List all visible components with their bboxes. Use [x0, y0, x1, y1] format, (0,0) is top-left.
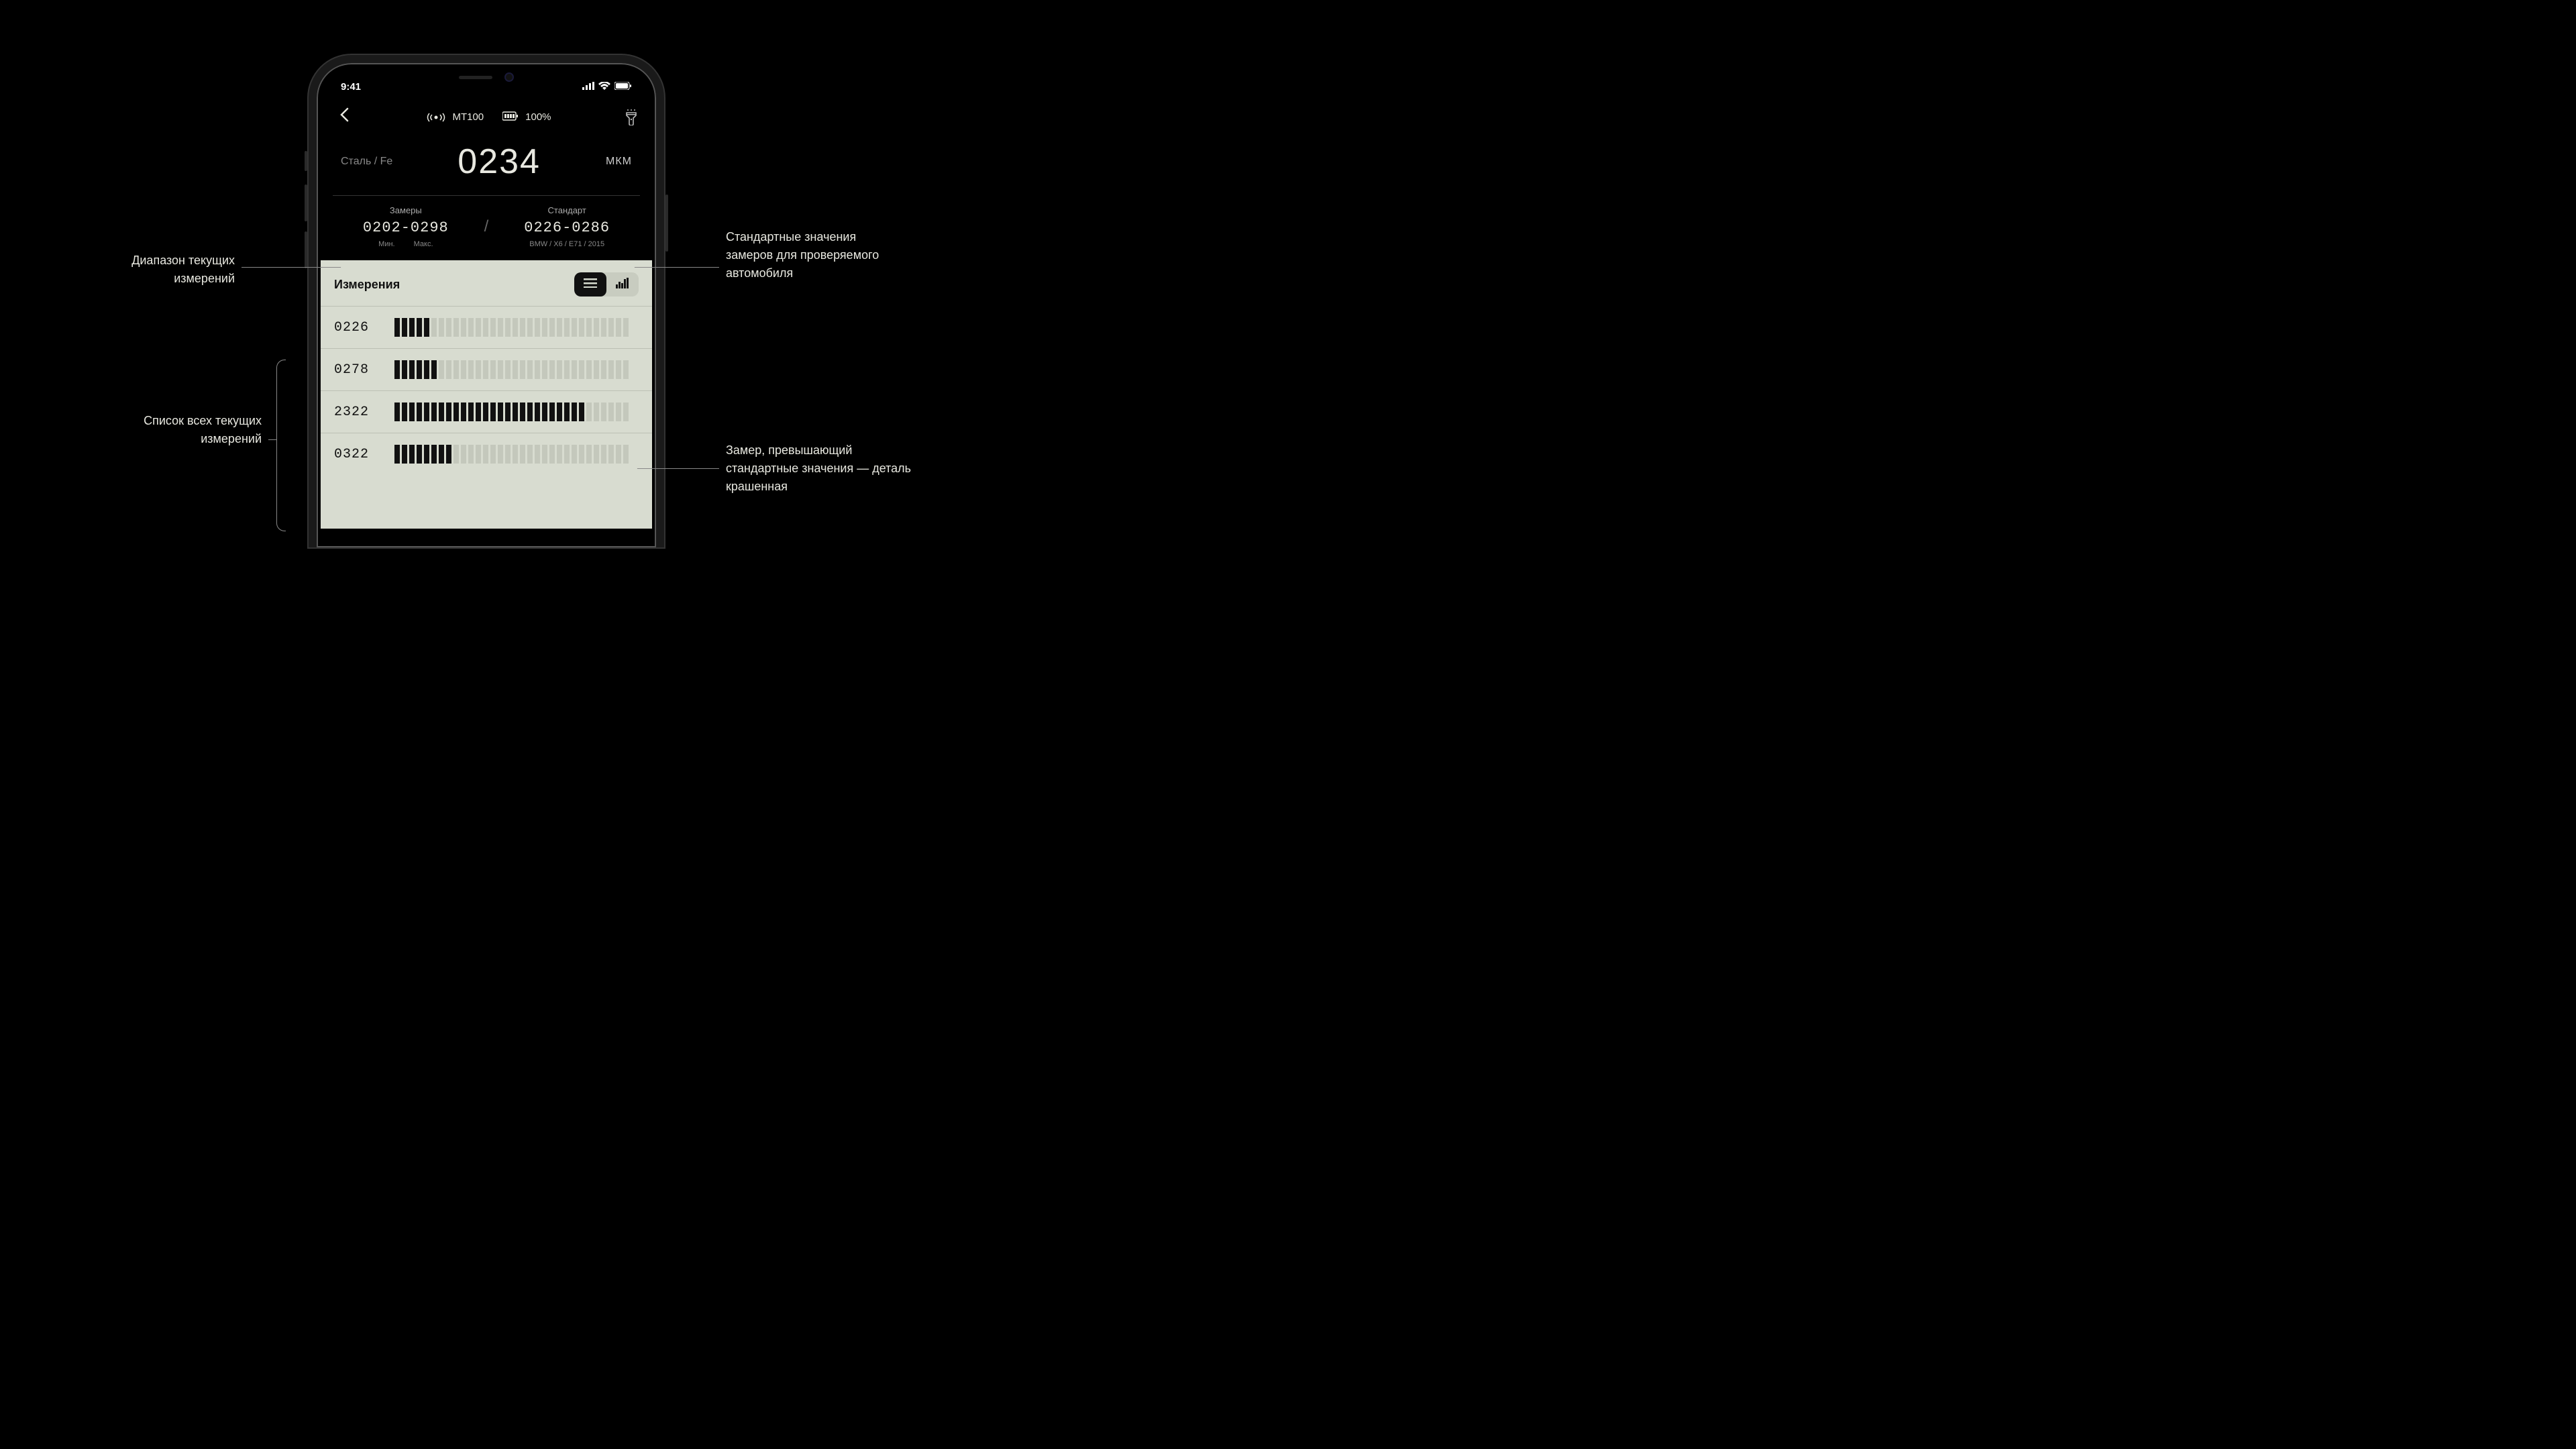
- measurement-row[interactable]: 0278: [321, 348, 652, 390]
- wifi-icon: [598, 81, 610, 93]
- annotation-dot: [341, 264, 346, 270]
- measurement-gauge: [394, 402, 639, 422]
- standard-range-label: Стандарт: [502, 205, 632, 215]
- measured-range: Замеры 0202-0298 Мин. Макс.: [341, 205, 471, 248]
- cellular-icon: [582, 81, 594, 93]
- ranges-row: Замеры 0202-0298 Мин. Макс. / Стандарт 0…: [321, 196, 652, 260]
- annotation-line: [241, 267, 342, 268]
- material-label: Сталь / Fe: [341, 156, 392, 168]
- annotation-range-right: Стандартные значения замеров для проверя…: [726, 228, 900, 282]
- bluetooth-signal-icon: [427, 111, 445, 123]
- standard-range-vehicle: BMW / X6 / E71 / 2015: [502, 240, 632, 248]
- annotation-brace: [276, 360, 286, 531]
- measured-range-sub: Мин. Макс.: [341, 240, 471, 248]
- phone-side-button: [665, 195, 668, 252]
- standard-range-value: 0226-0286: [502, 219, 632, 236]
- annotation-dot: [629, 264, 635, 270]
- app-header: MT100 100%: [321, 97, 652, 136]
- battery-icon: [614, 81, 632, 93]
- measurement-row[interactable]: 0226: [321, 306, 652, 348]
- standard-range: Стандарт 0226-0286 BMW / X6 / E71 / 2015: [502, 205, 632, 248]
- annotation-list-left: Список всех текущих измерений: [121, 412, 262, 448]
- chart-view-button[interactable]: [606, 272, 639, 297]
- measurement-value: 0226: [334, 320, 381, 335]
- phone-side-button: [305, 151, 307, 171]
- status-time: 9:41: [341, 81, 361, 93]
- measurements-panel: Измерения 0226 0278 2322 0322: [321, 260, 652, 529]
- measurement-gauge: [394, 444, 639, 464]
- bars-icon: [616, 278, 629, 292]
- measurements-list: 0226 0278 2322 0322: [321, 306, 652, 475]
- annotation-line: [635, 468, 719, 469]
- measurement-row[interactable]: 2322: [321, 390, 652, 433]
- phone-side-button: [305, 184, 307, 221]
- measurement-value: 0278: [334, 362, 381, 378]
- annotation-exceed-right: Замер, превышающий стандартные значения …: [726, 441, 920, 496]
- main-reading: Сталь / Fe 0234 МКМ: [321, 136, 652, 195]
- measured-range-value: 0202-0298: [341, 219, 471, 236]
- phone-notch: [416, 67, 557, 87]
- back-button[interactable]: [334, 105, 354, 129]
- measurement-value: 0322: [334, 447, 381, 462]
- menu-icon: [584, 278, 597, 291]
- range-separator: /: [484, 217, 489, 236]
- annotation-line: [268, 439, 276, 440]
- annotation-line: [632, 267, 719, 268]
- device-info: MT100 100%: [427, 111, 551, 123]
- device-battery-icon: [502, 111, 519, 123]
- measurement-row[interactable]: 0322: [321, 433, 652, 475]
- reading-unit: МКМ: [606, 156, 632, 168]
- panel-title: Измерения: [334, 278, 400, 292]
- phone-frame: 9:41: [309, 55, 664, 547]
- phone-side-button: [305, 231, 307, 268]
- flashlight-button[interactable]: [624, 109, 639, 125]
- measurement-gauge: [394, 360, 639, 380]
- annotation-range-left: Диапазон текущих измерений: [87, 252, 235, 288]
- measured-range-label: Замеры: [341, 205, 471, 215]
- view-toggle: [574, 272, 639, 297]
- measurement-value: 2322: [334, 405, 381, 420]
- device-name: MT100: [452, 111, 484, 123]
- reading-value: 0234: [458, 142, 541, 182]
- measurement-gauge: [394, 317, 639, 337]
- annotation-dot: [632, 466, 637, 471]
- device-battery-pct: 100%: [525, 111, 551, 123]
- list-view-button[interactable]: [574, 272, 606, 297]
